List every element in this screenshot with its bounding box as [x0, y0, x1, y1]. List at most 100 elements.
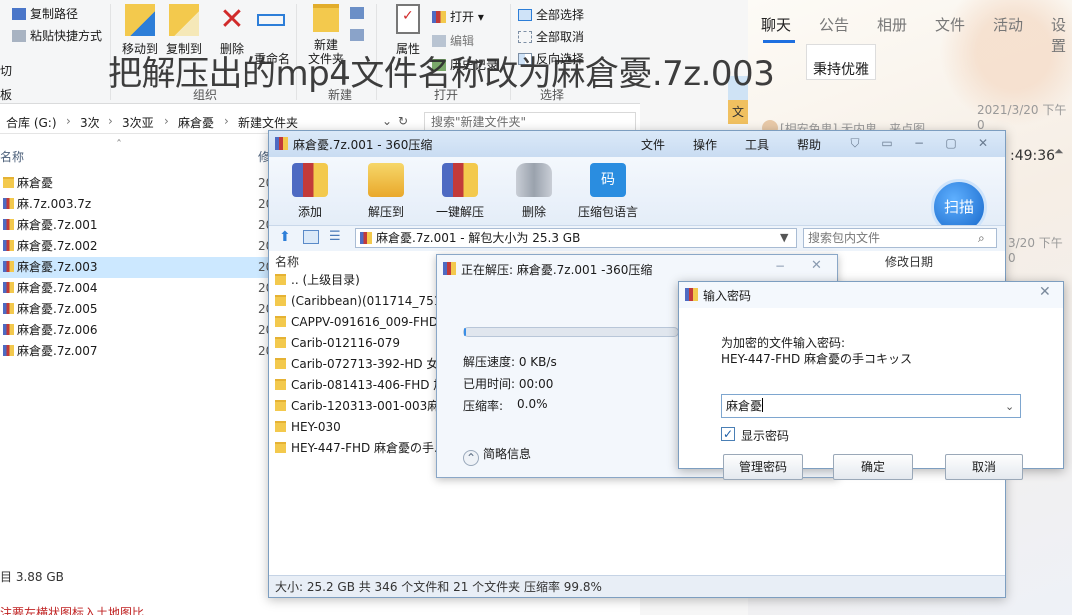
explorer-file-row[interactable]: 麻倉憂.7z.001 20 — [0, 215, 275, 236]
breadcrumb-item[interactable]: 3次 — [80, 114, 100, 131]
archive-entry-row[interactable]: Carib-081413-406-FHD 加 — [275, 375, 445, 396]
breadcrumb-separator: › — [224, 114, 229, 128]
copy-path-button[interactable]: 复制路径 — [12, 5, 78, 22]
easy-access-button[interactable] — [350, 28, 368, 42]
menu-file[interactable]: 文件 — [641, 136, 665, 153]
extract-to-button[interactable]: 解压到 — [351, 163, 421, 220]
refresh-icon[interactable]: ↻ — [398, 114, 408, 128]
open-button[interactable]: 打开 ▾ — [432, 8, 484, 25]
delete-tool-button[interactable]: 删除 — [499, 163, 569, 220]
chat-tab-settings[interactable]: 设置 — [1051, 14, 1072, 56]
one-click-extract-button[interactable]: 一键解压 — [425, 163, 495, 220]
ribbon-clipboard-fragment: 板 — [0, 88, 13, 102]
address-dropdown-icon[interactable]: ⌄ — [382, 114, 392, 128]
properties-icon: ✓ — [396, 4, 420, 34]
explorer-file-row[interactable]: 麻.7z.003.7z 20 — [0, 194, 275, 215]
archive-entry-row[interactable]: (Caribbean)(011714_751) — [275, 291, 446, 312]
up-level-icon[interactable]: ⬆ — [279, 229, 291, 245]
ok-button[interactable]: 确定 — [833, 454, 913, 480]
maximize-button[interactable]: ▢ — [943, 135, 959, 151]
password-input[interactable]: 麻倉憂 — [721, 394, 1021, 418]
archive-entry-row[interactable]: HEY-447-FHD 麻倉憂の手... — [275, 438, 446, 459]
scroll-up-icon[interactable]: ⏶ — [1054, 144, 1064, 159]
close-button[interactable]: ✕ — [811, 258, 822, 273]
path-dropdown-icon[interactable]: ▼ — [780, 229, 788, 247]
zip-title-bar[interactable]: 麻倉憂.7z.001 - 360压缩 文件 操作 工具 帮助 ⛉ ▭ − ▢ ✕ — [269, 131, 1005, 157]
archive-entry-row[interactable]: Carib-072713-392-HD 女 — [275, 354, 438, 375]
background-tab[interactable]: 文 — [728, 100, 748, 124]
archive-entry-row[interactable]: .. (上级目录) — [275, 270, 360, 291]
archive-entry-row[interactable]: HEY-030 — [275, 417, 341, 438]
sort-chevron-icon: ˆ — [116, 138, 122, 152]
breadcrumb-drive[interactable]: 合库 (G:) — [6, 114, 57, 131]
breadcrumb-item[interactable]: 麻倉憂 — [178, 114, 214, 131]
chat-tab-chat[interactable]: 聊天 — [761, 14, 791, 35]
explorer-file-row[interactable]: 麻倉憂.7z.006 20 — [0, 320, 275, 341]
password-dialog-title: 输入密码 — [703, 289, 752, 303]
archive-search-input[interactable]: 搜索包内文件 ⌕ — [803, 228, 997, 248]
feedback-icon[interactable]: ▭ — [879, 135, 895, 151]
one-click-extract-icon — [442, 163, 478, 197]
explorer-file-row[interactable]: 麻倉憂.7z.003 20 — [0, 257, 275, 278]
search-icon[interactable]: ⌕ — [978, 229, 985, 247]
column-modified[interactable]: 修改日期 — [885, 253, 933, 270]
file-name: 麻倉憂.7z.001 — [17, 218, 98, 232]
close-button[interactable]: ✕ — [1039, 284, 1051, 300]
password-history-dropdown-icon[interactable]: ⌄ — [1005, 400, 1014, 413]
explorer-file-row[interactable]: 麻倉憂 20 — [0, 173, 275, 194]
brief-info-toggle[interactable]: ⌃ 简略信息 — [463, 445, 531, 466]
archive-entry-row[interactable]: Carib-120313-001-003麻 — [275, 396, 439, 417]
minimize-button[interactable]: − — [775, 259, 785, 273]
breadcrumb-item[interactable]: 3次亚 — [122, 114, 154, 131]
progress-title: 正在解压: 麻倉憂.7z.001 -360压缩 — [461, 263, 653, 277]
chat-timestamp: 3/20 下午 0 — [1008, 236, 1063, 265]
entry-name: Carib-012116-079 — [291, 336, 400, 350]
paste-shortcut-button[interactable]: 粘贴快捷方式 — [12, 27, 102, 44]
chat-sticker-card[interactable]: 秉持优雅 — [806, 44, 876, 80]
cancel-button[interactable]: 取消 — [945, 454, 1023, 480]
archive-language-button[interactable]: 码压缩包语言 — [573, 163, 643, 220]
archive-entry-row[interactable]: Carib-012116-079 — [275, 333, 400, 354]
list-view-icon[interactable]: ☰ — [329, 229, 341, 244]
explorer-search-input[interactable]: 搜索"新建文件夹" — [424, 112, 636, 132]
add-button[interactable]: 添加 — [275, 163, 345, 220]
menu-operation[interactable]: 操作 — [693, 136, 717, 153]
progress-bar — [463, 327, 679, 337]
menu-help[interactable]: 帮助 — [797, 136, 821, 153]
column-name[interactable]: 名称 — [0, 148, 24, 165]
trash-bin-icon — [516, 163, 552, 197]
archive-icon — [360, 232, 372, 244]
manage-password-button[interactable]: 管理密码 — [723, 454, 803, 480]
explorer-file-row[interactable]: 麻倉憂.7z.002 20 — [0, 236, 275, 257]
chat-tab-album[interactable]: 相册 — [877, 14, 907, 35]
new-folder-icon — [313, 4, 339, 32]
select-all-button[interactable]: 全部选择 — [518, 6, 584, 23]
show-password-checkbox[interactable]: ✓ — [721, 427, 735, 441]
close-button[interactable]: ✕ — [975, 135, 991, 151]
explorer-file-row[interactable]: 麻倉憂.7z.005 20 — [0, 299, 275, 320]
menu-tools[interactable]: 工具 — [745, 136, 769, 153]
archive-path-field[interactable]: 麻倉憂.7z.001 - 解包大小为 25.3 GB ▼ — [355, 228, 797, 248]
chat-tab-announcement[interactable]: 公告 — [819, 14, 849, 35]
delete-x-icon: ✕ — [219, 2, 245, 37]
new-item-button[interactable] — [350, 6, 368, 20]
explorer-file-row[interactable]: 麻倉憂.7z.007 20 — [0, 341, 275, 362]
thumbnail-view-icon[interactable] — [303, 230, 319, 244]
select-none-button[interactable]: 全部取消 — [518, 28, 584, 45]
show-password-label[interactable]: 显示密码 — [741, 427, 789, 444]
password-dialog-body: 为加密的文件输入密码: HEY-447-FHD 麻倉憂の手コキッス 麻倉憂 ⌄ … — [679, 308, 1063, 480]
shirt-skin-icon[interactable]: ⛉ — [847, 135, 863, 151]
chat-tab-files[interactable]: 文件 — [935, 14, 965, 35]
archive-entry-row[interactable]: CAPPV-091616_009-FHD — [275, 312, 438, 333]
ratio-label: 压缩率: — [463, 399, 504, 413]
progress-fill — [464, 328, 467, 336]
explorer-file-row[interactable]: 麻倉憂.7z.004 20 — [0, 278, 275, 299]
breadcrumb-separator: › — [108, 114, 113, 128]
zip-status-bar: 大小: 25.2 GB 共 346 个文件和 21 个文件夹 压缩率 99.8% — [269, 575, 1005, 597]
minimize-button[interactable]: − — [911, 135, 927, 151]
entry-name: Carib-081413-406-FHD 加 — [291, 378, 446, 392]
breadcrumb-item[interactable]: 新建文件夹 — [238, 114, 298, 131]
chat-tab-activity[interactable]: 活动 — [993, 14, 1023, 35]
folder-icon — [275, 358, 286, 369]
column-name[interactable]: 名称 — [275, 253, 299, 270]
